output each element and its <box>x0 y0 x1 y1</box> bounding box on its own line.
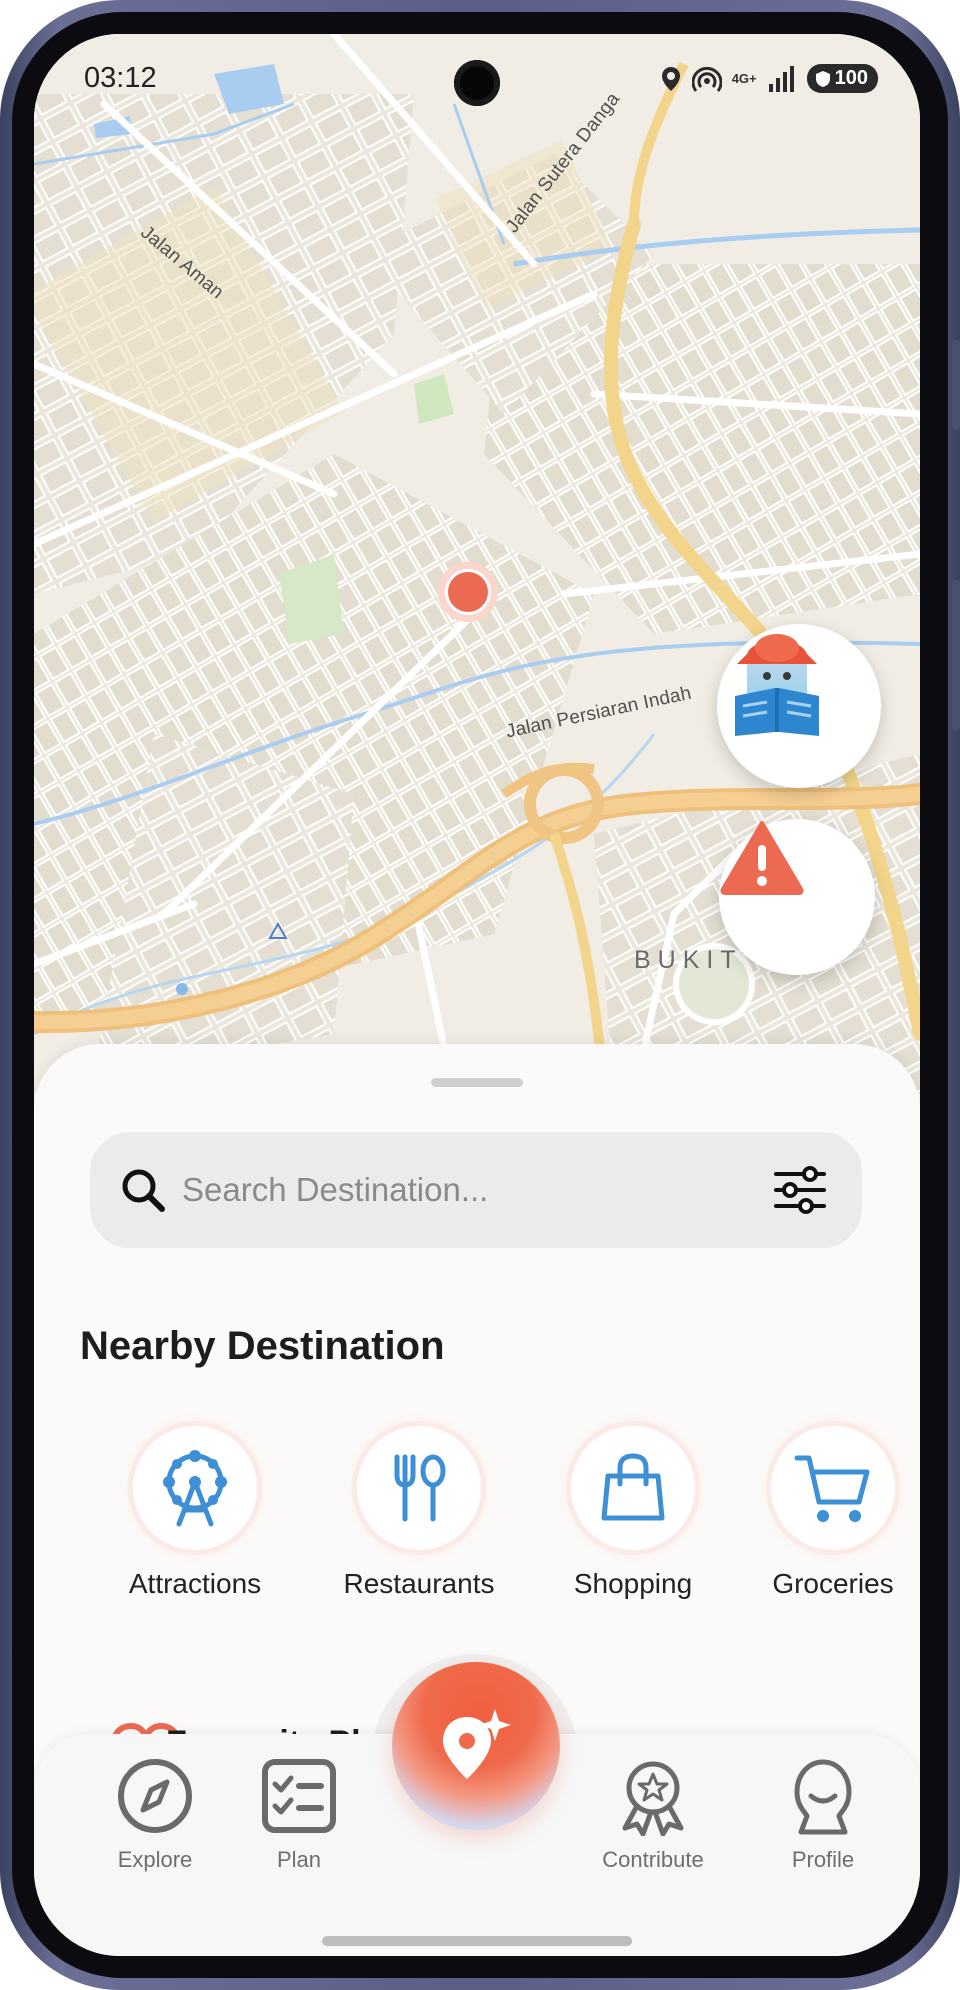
hotspot-icon <box>691 66 722 92</box>
ferris-wheel-icon <box>163 1450 227 1527</box>
current-location-marker[interactable] <box>438 562 498 622</box>
category-icon-circle <box>133 1426 257 1550</box>
nav-contribute[interactable]: Contribute <box>578 1756 728 1873</box>
tourist-guide-icon <box>735 634 819 736</box>
sheet-drag-handle[interactable] <box>431 1078 523 1087</box>
report-alert-button[interactable] <box>719 819 875 975</box>
map-label-bukit: BUKIT <box>634 946 743 974</box>
warning-triangle-icon <box>720 821 804 895</box>
ai-assistant-button[interactable] <box>392 1662 560 1830</box>
status-icons: 4G+ 100 <box>660 64 878 93</box>
category-list: Attractions Restaurants Shopping Groceri… <box>34 1426 920 1626</box>
category-icon-circle <box>571 1426 695 1550</box>
profile-icon <box>794 1759 852 1835</box>
category-groceries[interactable]: Groceries <box>738 1426 920 1600</box>
volume-button <box>952 340 960 430</box>
shopping-bag-icon <box>601 1453 665 1521</box>
nav-label: Contribute <box>602 1847 704 1872</box>
tour-guide-button[interactable] <box>717 624 881 788</box>
nav-plan[interactable]: Plan <box>224 1756 374 1873</box>
battery-indicator: 100 <box>806 64 878 93</box>
screen: Jalan Aman Jalan Sutera Danga Jalan Pers… <box>34 34 920 1956</box>
category-label: Restaurants <box>343 1568 495 1599</box>
location-sparkle-icon <box>443 1709 511 1779</box>
category-label: Attractions <box>128 1568 262 1599</box>
location-dot <box>445 569 491 615</box>
nav-profile[interactable]: Profile <box>748 1756 898 1873</box>
home-indicator <box>322 1936 632 1946</box>
award-ribbon-icon <box>622 1761 684 1837</box>
battery-level: 100 <box>834 67 868 89</box>
fork-spoon-icon <box>394 1454 446 1522</box>
filter-sliders-icon[interactable] <box>772 1162 828 1218</box>
location-icon <box>661 66 680 91</box>
nav-label: Plan <box>276 1847 322 1872</box>
category-restaurants[interactable]: Restaurants <box>324 1426 514 1600</box>
search-icon <box>122 1169 165 1212</box>
category-icon-circle <box>357 1426 481 1550</box>
status-time: 03:12 <box>84 62 157 94</box>
cart-icon <box>794 1455 870 1522</box>
category-shopping[interactable]: Shopping <box>538 1426 728 1600</box>
shield-icon <box>815 70 830 87</box>
signal-icon <box>768 65 794 92</box>
network-type: 4G+ <box>731 71 757 86</box>
search-input[interactable] <box>182 1162 742 1218</box>
category-icon-circle <box>771 1426 895 1550</box>
category-label: Shopping <box>573 1568 693 1599</box>
phone-frame: Jalan Aman Jalan Sutera Danga Jalan Pers… <box>0 0 960 1990</box>
compass-icon <box>118 1759 192 1833</box>
front-camera <box>454 60 500 106</box>
category-label: Groceries <box>772 1568 894 1599</box>
nav-explore[interactable]: Explore <box>80 1756 230 1873</box>
checklist-icon <box>262 1759 336 1833</box>
map-view[interactable]: Jalan Aman Jalan Sutera Danga Jalan Pers… <box>34 34 920 1094</box>
status-bar: 03:12 4G+ 100 <box>34 34 920 124</box>
category-attractions[interactable]: Attractions <box>100 1426 290 1600</box>
side-button <box>952 580 960 730</box>
nav-label: Profile <box>791 1847 855 1872</box>
nearby-destination-title: Nearby Destination <box>80 1324 445 1368</box>
search-bar[interactable] <box>90 1132 862 1248</box>
nav-label: Explore <box>117 1847 193 1872</box>
